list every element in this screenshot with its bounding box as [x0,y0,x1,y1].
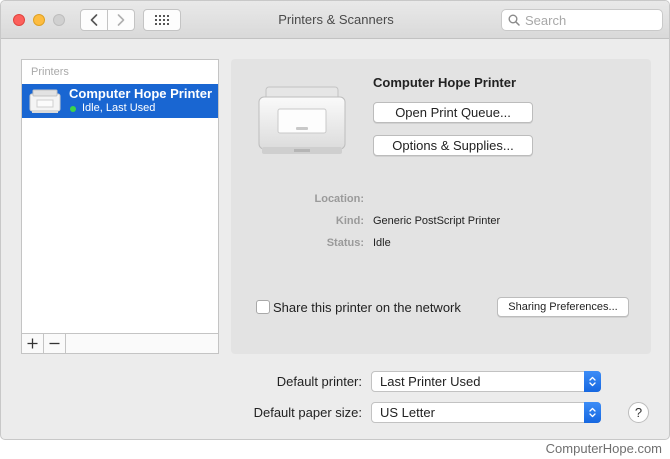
minus-icon [49,342,60,345]
share-printer-checkbox[interactable] [256,300,270,314]
default-printer-label: Default printer: [276,374,362,389]
popup-arrows-icon [584,402,601,423]
popup-arrows-icon [584,371,601,392]
paper-size-value: US Letter [380,405,435,420]
printer-list-item[interactable]: Computer Hope Printer Idle, Last Used [22,84,218,118]
plus-icon [27,338,38,349]
kind-label: Kind: [335,215,364,227]
search-icon [508,14,520,26]
title-bar: Printers & Scanners [1,1,669,39]
kind-value: Generic PostScript Printer [373,215,501,227]
search-field[interactable] [501,9,663,31]
location-label: Location: [314,193,365,205]
printer-icon [29,89,61,113]
printer-list-item-status: Idle, Last Used [82,102,156,114]
watermark-text: ComputerHope.com [545,441,662,456]
printer-name: Computer Hope Printer [373,75,517,90]
sharing-preferences-button[interactable]: Sharing Preferences... [497,297,629,317]
status-dot-icon [70,106,76,112]
remove-printer-button[interactable] [44,334,66,353]
printers-window: Printers & Scanners Printers Computer Ho… [0,0,670,440]
add-printer-button[interactable] [22,334,44,353]
help-button[interactable]: ? [628,402,649,423]
default-printer-select[interactable]: Last Printer Used [371,371,601,392]
options-supplies-button[interactable]: Options & Supplies... [373,135,533,156]
printer-icon [258,86,346,154]
open-print-queue-button[interactable]: Open Print Queue... [373,102,533,123]
share-printer-label[interactable]: Share this printer on the network [273,300,461,315]
status-value: Idle [373,237,391,249]
paper-size-label: Default paper size: [253,405,362,420]
search-input[interactable] [525,12,655,28]
status-label: Status: [326,237,364,249]
paper-size-select[interactable]: US Letter [371,402,601,423]
printers-list: Printers Computer Hope Printer Idle, Las… [21,59,219,354]
printer-detail-panel: Computer Hope Printer Open Print Queue..… [231,59,651,354]
printers-list-header: Printers [31,66,69,78]
list-footer [22,333,218,353]
printer-list-item-name: Computer Hope Printer [69,86,213,101]
default-printer-value: Last Printer Used [380,374,481,389]
